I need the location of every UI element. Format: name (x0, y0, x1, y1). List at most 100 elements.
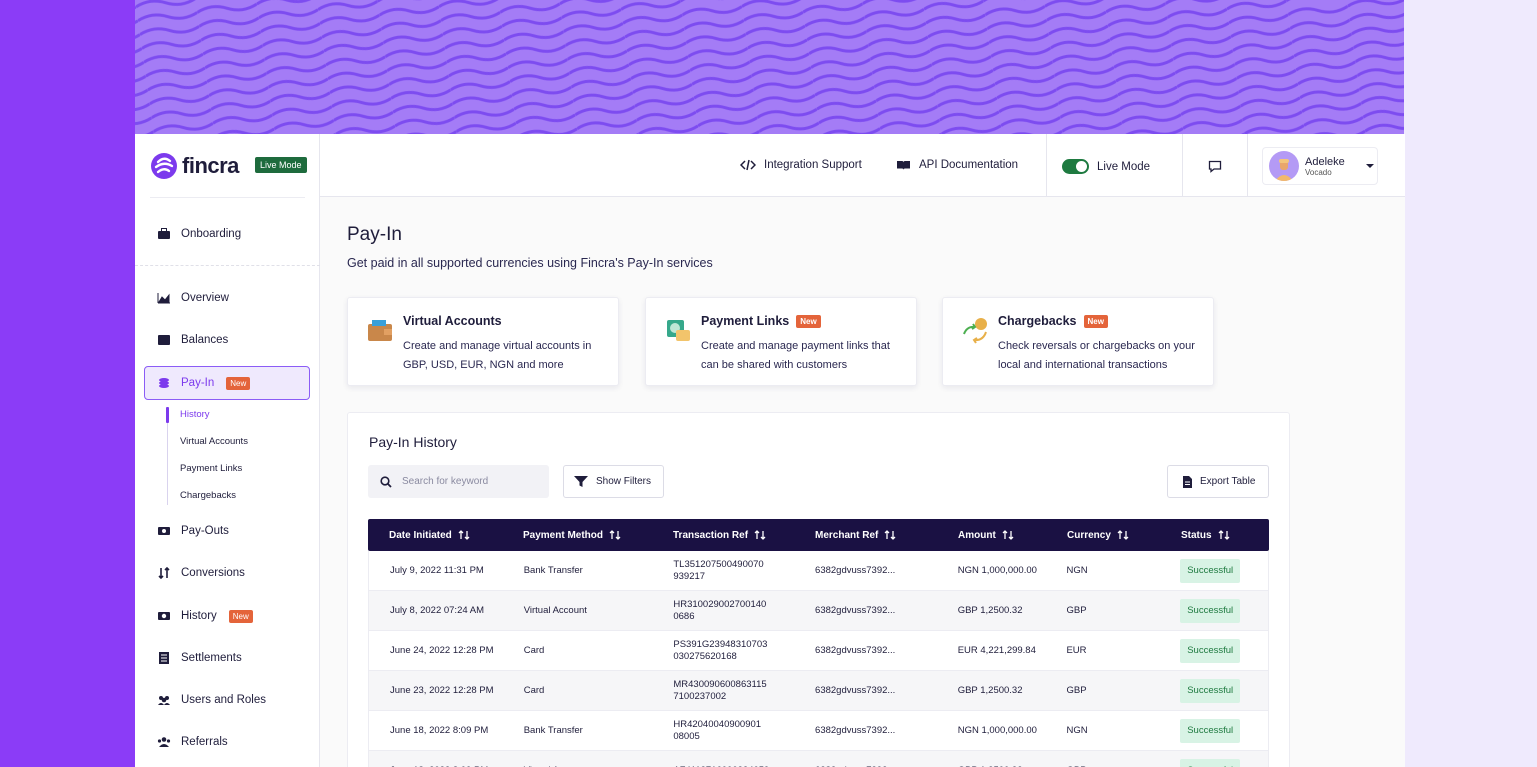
sort-icon[interactable] (1218, 530, 1230, 540)
subitem-payment-links[interactable]: Payment Links (180, 463, 242, 474)
divider (1046, 134, 1047, 197)
table-cell: Card (523, 684, 545, 696)
table-row[interactable]: June 18, 2022 8:09 PM Bank Transfer HR4204… (368, 711, 1269, 751)
api-documentation-link[interactable]: API Documentation (896, 159, 1018, 171)
table-cell: GBP 1,2500.32 (957, 604, 1023, 616)
background-right (1404, 0, 1537, 767)
column-header[interactable]: Date Initiated (368, 530, 502, 541)
sidebar-item-users-roles[interactable]: Users and Roles (157, 693, 266, 707)
table-cell: June 24, 2022 12:28 PM (390, 644, 494, 656)
live-mode-toggle[interactable]: Live Mode (1062, 159, 1150, 174)
sort-icon[interactable] (1002, 530, 1014, 540)
column-header[interactable]: Payment Method (502, 530, 652, 541)
sidebar-item-label: Pay-Outs (181, 525, 229, 537)
toggle-switch[interactable] (1062, 159, 1089, 174)
sort-icon[interactable] (1117, 530, 1129, 540)
table-cell: Virtual Account (523, 604, 587, 616)
table-header: Date Initiated Payment Method Transaction … (368, 519, 1269, 551)
table-row[interactable]: June 18, 2022 8:09 PMVirtual AccountAZ41… (368, 751, 1269, 767)
logo[interactable]: fincra (150, 152, 239, 180)
search-box[interactable] (368, 465, 549, 498)
sidebar-item-overview[interactable]: Overview (157, 291, 229, 305)
integration-support-link[interactable]: Integration Support (740, 159, 862, 171)
column-header[interactable]: Status (1160, 530, 1269, 541)
sort-icon[interactable] (458, 530, 470, 540)
sidebar-item-label: Onboarding (181, 228, 242, 240)
status-badge: Successful (1180, 558, 1241, 583)
show-filters-button[interactable]: Show Filters (563, 465, 664, 498)
new-badge: New (796, 314, 821, 328)
table-cell: June 18, 2022 8:09 PM (390, 724, 489, 736)
page-subtitle: Get paid in all supported currencies usi… (347, 256, 713, 270)
divider (150, 197, 305, 198)
sidebar-item-payouts[interactable]: Pay-Outs (157, 524, 229, 538)
search-icon (380, 475, 392, 488)
card-payment-links[interactable]: Payment Links New Create and manage payme… (645, 297, 917, 386)
card-chargebacks[interactable]: Chargebacks New Check reversals or charge… (942, 297, 1214, 386)
column-header[interactable]: Transaction Ref (652, 530, 794, 541)
table-body: July 9, 2022 11:31 PM Bank Transfer TL3512… (368, 551, 1269, 767)
subitem-virtual-accounts[interactable]: Virtual Accounts (180, 436, 248, 447)
user-avatar-icon (1275, 159, 1293, 181)
wallet-illustration-icon (366, 316, 394, 344)
sidebar-item-label: History (181, 610, 217, 622)
table-cell: Card (523, 644, 545, 656)
table-cell: Successful (1159, 558, 1268, 583)
sort-icon[interactable] (884, 530, 896, 540)
sidebar-item-history[interactable]: History New (157, 609, 253, 623)
sidebar-item-label: Overview (181, 292, 229, 304)
column-header-label: Transaction Ref (673, 529, 749, 541)
page-title: Pay-In (347, 224, 402, 245)
wave-pattern (135, 0, 1404, 134)
table-cell: EUR 4,221,299.84 (957, 644, 1036, 656)
status-badge: Successful (1180, 758, 1241, 767)
table-cell: Bank Transfer (523, 724, 583, 736)
column-header[interactable]: Currency (1046, 530, 1160, 541)
table-row[interactable]: July 9, 2022 11:31 PM Bank Transfer TL3512… (368, 551, 1269, 591)
background-left (0, 0, 135, 767)
fincra-logo-icon (151, 153, 177, 179)
card-description: Create and manage virtual accounts in GB… (403, 340, 592, 371)
user-name: Adeleke (1305, 155, 1345, 168)
table-row[interactable]: June 24, 2022 12:28 PM Card PS391G23948310… (368, 631, 1269, 671)
money-out-icon (157, 524, 171, 538)
show-filters-label: Show Filters (596, 476, 652, 487)
sidebar-item-conversions[interactable]: Conversions (157, 566, 245, 580)
sidebar-item-label: Balances (181, 334, 229, 346)
table-cell: EUR (1066, 644, 1087, 656)
sidebar-item-referrals[interactable]: Referrals (157, 735, 228, 749)
export-table-button[interactable]: Export Table (1167, 465, 1269, 498)
sort-icon[interactable] (754, 530, 766, 540)
document-list-icon (157, 651, 171, 665)
column-header-label: Status (1181, 529, 1212, 541)
table-row[interactable]: July 8, 2022 07:24 AM Virtual Account HR31… (368, 591, 1269, 631)
logo-text: fincra (182, 153, 239, 178)
chat-icon (1208, 160, 1222, 173)
card-title: Payment Links New (701, 314, 821, 328)
sidebar-item-label: Users and Roles (181, 694, 267, 706)
table-row[interactable]: June 23, 2022 12:28 PM Card MR430090600863… (368, 671, 1269, 711)
column-header[interactable]: Amount (937, 530, 1046, 541)
column-header[interactable]: Merchant Ref (794, 530, 937, 541)
card-virtual-accounts[interactable]: Virtual Accounts Create and manage virtu… (347, 297, 619, 386)
sort-icon[interactable] (609, 530, 621, 540)
sidebar-item-balances[interactable]: Balances (157, 333, 228, 347)
code-icon (740, 159, 756, 171)
swap-icon (157, 566, 171, 580)
subitem-history[interactable]: History (180, 409, 210, 420)
header-banner (135, 0, 1404, 134)
table-cell: Successful (1159, 598, 1268, 623)
payment-link-illustration-icon (664, 316, 692, 344)
briefcase-icon (157, 227, 171, 241)
submenu-active-indicator (166, 407, 169, 423)
table-cell: NGN (1066, 724, 1088, 736)
sidebar-item-label: Pay-In (181, 377, 215, 389)
search-input[interactable] (402, 476, 542, 487)
sidebar-item-settlements[interactable]: Settlements (157, 651, 242, 665)
chat-button[interactable] (1199, 150, 1231, 182)
subitem-chargebacks[interactable]: Chargebacks (180, 490, 236, 501)
column-header-label: Currency (1067, 529, 1111, 541)
sidebar-item-onboarding[interactable]: Onboarding (157, 227, 241, 241)
user-menu[interactable]: Adeleke Vocado (1262, 147, 1378, 185)
sidebar-item-payin[interactable]: Pay-In New (157, 376, 251, 390)
